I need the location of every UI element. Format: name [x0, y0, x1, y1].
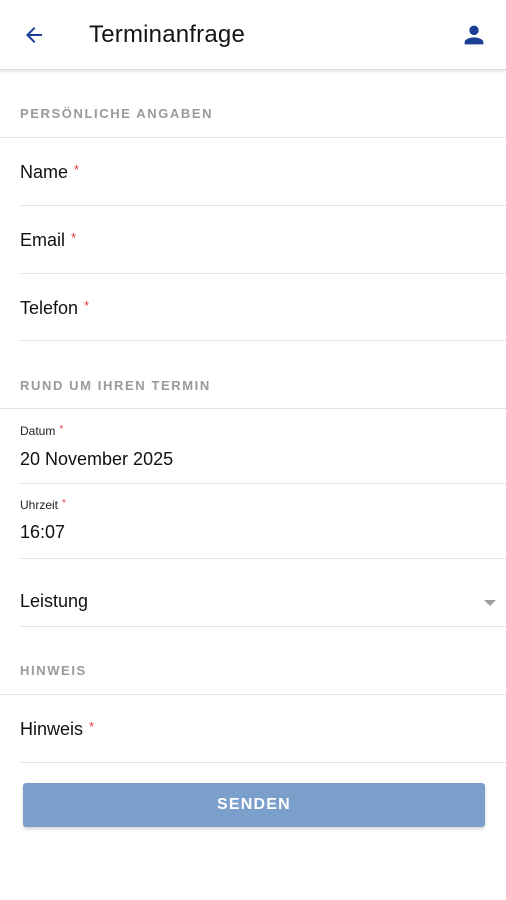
required-mark: * — [84, 298, 90, 313]
page-title: Terminanfrage — [89, 21, 246, 48]
required-mark: * — [74, 162, 80, 177]
section-header-appointment: RUND UM IHREN TERMIN — [20, 378, 211, 393]
section-header-personal: PERSÖNLICHE ANGABEN — [20, 106, 214, 121]
time-field-label: Uhrzeit * — [20, 498, 66, 512]
note-field-label: Hinweis * — [20, 719, 95, 739]
back-button[interactable] — [16, 17, 52, 53]
required-mark: * — [59, 424, 64, 435]
person-icon — [464, 25, 484, 45]
date-value: 20 November 2025 — [20, 449, 174, 469]
name-field-label: Name * — [20, 162, 80, 182]
name-field[interactable]: Name * — [20, 138, 506, 206]
phone-field-label: Telefon * — [20, 298, 90, 318]
profile-button[interactable] — [456, 17, 492, 53]
required-mark: * — [71, 230, 77, 245]
send-button[interactable]: SENDEN — [23, 783, 485, 827]
email-field[interactable]: Email * — [20, 206, 506, 274]
service-select[interactable]: Leistung — [20, 559, 506, 627]
email-field-label: Email * — [20, 230, 77, 250]
phone-field[interactable]: Telefon * — [20, 274, 506, 341]
arrow-left-icon — [26, 27, 42, 43]
service-select-label: Leistung — [20, 591, 89, 611]
date-field[interactable]: Datum * 20 November 2025 — [20, 409, 506, 484]
time-value: 16:07 — [20, 522, 66, 542]
time-field[interactable]: Uhrzeit * 16:07 — [20, 484, 506, 559]
date-field-label: Datum * — [20, 424, 64, 438]
required-mark: * — [89, 719, 95, 734]
dropdown-arrow-icon — [484, 600, 496, 606]
required-mark: * — [62, 498, 66, 509]
section-header-note: HINWEIS — [20, 663, 87, 678]
app-bar: Terminanfrage — [0, 0, 506, 70]
note-field[interactable]: Hinweis * — [20, 695, 506, 763]
